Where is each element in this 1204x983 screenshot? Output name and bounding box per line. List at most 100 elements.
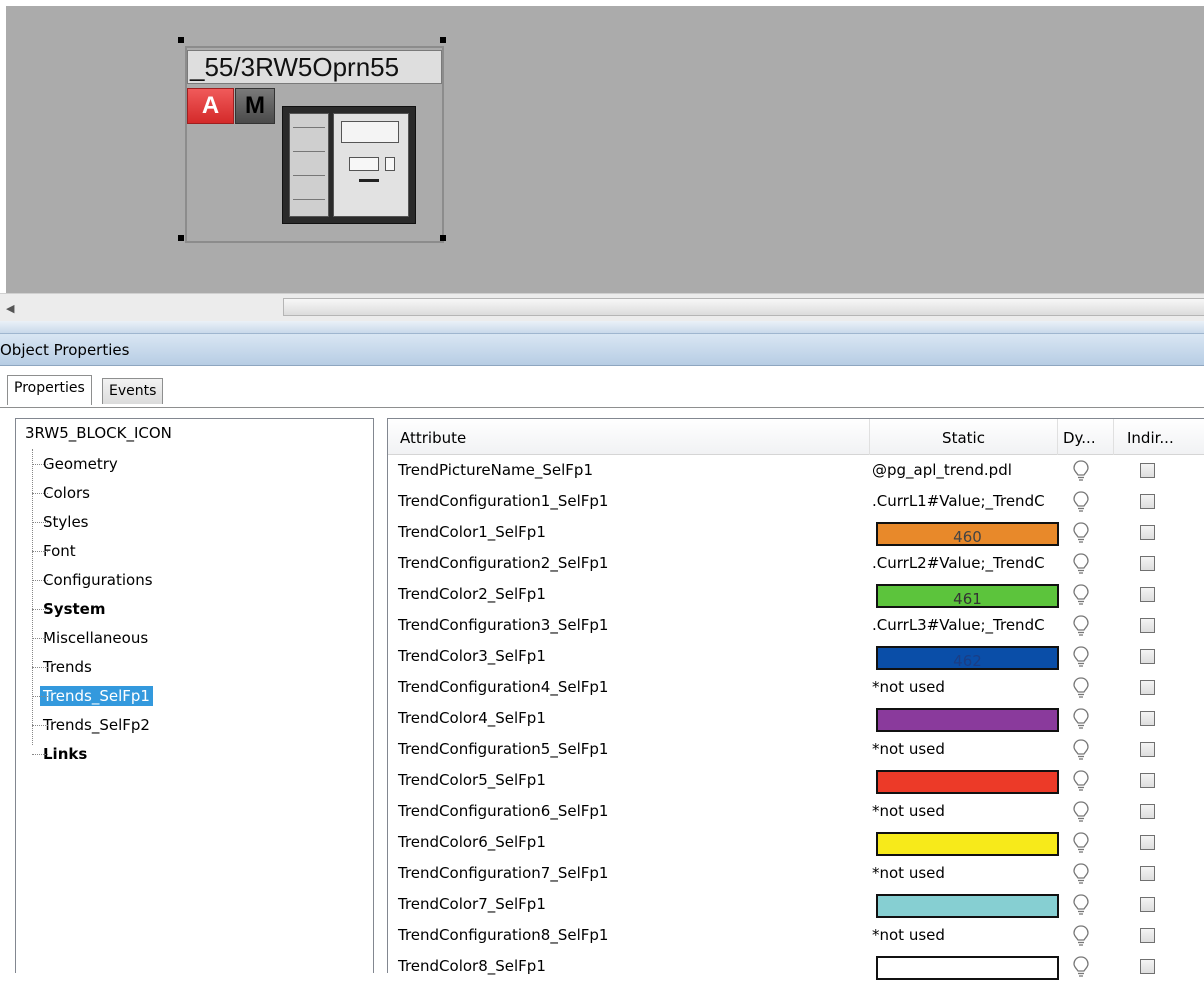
- indirect-checkbox[interactable]: [1140, 556, 1155, 571]
- static-value[interactable]: *not used: [872, 858, 1057, 888]
- table-row[interactable]: TrendConfiguration6_SelFp1 *not used: [388, 796, 1204, 826]
- indirect-checkbox[interactable]: [1140, 587, 1155, 602]
- indirect-checkbox[interactable]: [1140, 959, 1155, 974]
- selection-handle[interactable]: [178, 37, 184, 43]
- indirect-checkbox[interactable]: [1140, 463, 1155, 478]
- tree-item[interactable]: Miscellaneous: [32, 626, 151, 650]
- indirect-checkbox[interactable]: [1140, 773, 1155, 788]
- indirect-checkbox[interactable]: [1140, 525, 1155, 540]
- lightbulb-icon[interactable]: [1072, 645, 1090, 669]
- table-row[interactable]: TrendColor3_SelFp1 462: [388, 641, 1204, 671]
- auto-mode-button[interactable]: A: [187, 88, 234, 124]
- scroll-left-arrow-icon[interactable]: ◀: [6, 302, 14, 315]
- color-value-swatch[interactable]: [876, 832, 1059, 856]
- panel-splitter[interactable]: [0, 321, 1204, 333]
- column-header-indirect[interactable]: Indir...: [1114, 419, 1204, 455]
- table-row[interactable]: TrendConfiguration7_SelFp1 *not used: [388, 858, 1204, 888]
- tree-item[interactable]: Configurations: [32, 568, 156, 592]
- tree-item[interactable]: Trends_SelFp1: [32, 684, 153, 708]
- indirect-checkbox[interactable]: [1140, 835, 1155, 850]
- static-value[interactable]: *not used: [872, 734, 1057, 764]
- color-value-swatch[interactable]: [876, 894, 1059, 918]
- table-row[interactable]: TrendConfiguration1_SelFp1 .CurrL1#Value;…: [388, 486, 1204, 516]
- indirect-checkbox[interactable]: [1140, 897, 1155, 912]
- tree-item[interactable]: Trends: [32, 655, 95, 679]
- attribute-name: TrendConfiguration1_SelFp1: [398, 492, 609, 510]
- color-value-swatch[interactable]: 460: [876, 522, 1059, 546]
- indirect-checkbox[interactable]: [1140, 680, 1155, 695]
- static-value[interactable]: *not used: [872, 672, 1057, 702]
- table-row[interactable]: TrendColor7_SelFp1: [388, 889, 1204, 919]
- block-icon-object[interactable]: _55/3RW5Oprn55 A M: [185, 46, 444, 243]
- table-row[interactable]: TrendColor1_SelFp1 460: [388, 517, 1204, 547]
- tab-properties[interactable]: Properties: [7, 375, 92, 405]
- lightbulb-icon[interactable]: [1072, 893, 1090, 917]
- indirect-checkbox[interactable]: [1140, 618, 1155, 633]
- tree-item[interactable]: Geometry: [32, 452, 121, 476]
- indirect-checkbox[interactable]: [1140, 928, 1155, 943]
- static-value[interactable]: .CurrL2#Value;_TrendC: [872, 548, 1057, 578]
- static-value[interactable]: *not used: [872, 920, 1057, 950]
- tree-item[interactable]: Colors: [32, 481, 93, 505]
- color-value-swatch[interactable]: 462: [876, 646, 1059, 670]
- lightbulb-icon[interactable]: [1072, 676, 1090, 700]
- static-value[interactable]: @pg_apl_trend.pdl: [872, 455, 1057, 485]
- static-value[interactable]: .CurrL1#Value;_TrendC: [872, 486, 1057, 516]
- tree-item[interactable]: Styles: [32, 510, 92, 534]
- selection-handle[interactable]: [440, 37, 446, 43]
- lightbulb-icon[interactable]: [1072, 924, 1090, 948]
- tree-item[interactable]: System: [32, 597, 108, 621]
- lightbulb-icon[interactable]: [1072, 552, 1090, 576]
- selection-handle[interactable]: [440, 235, 446, 241]
- indirect-checkbox[interactable]: [1140, 804, 1155, 819]
- color-value-swatch[interactable]: [876, 770, 1059, 794]
- indirect-checkbox[interactable]: [1140, 742, 1155, 757]
- selection-handle[interactable]: [178, 235, 184, 241]
- lightbulb-icon[interactable]: [1072, 583, 1090, 607]
- table-row[interactable]: TrendColor4_SelFp1: [388, 703, 1204, 733]
- column-header-attribute[interactable]: Attribute: [388, 419, 870, 455]
- tree-root-item[interactable]: 3RW5_BLOCK_ICON: [25, 424, 172, 442]
- tree-item[interactable]: Trends_SelFp2: [32, 713, 153, 737]
- lightbulb-icon[interactable]: [1072, 769, 1090, 793]
- table-row[interactable]: TrendConfiguration4_SelFp1 *not used: [388, 672, 1204, 702]
- lightbulb-icon[interactable]: [1072, 490, 1090, 514]
- table-row[interactable]: TrendPictureName_SelFp1 @pg_apl_trend.pdl: [388, 455, 1204, 485]
- table-row[interactable]: TrendColor2_SelFp1 461: [388, 579, 1204, 609]
- table-row[interactable]: TrendColor5_SelFp1: [388, 765, 1204, 795]
- table-row[interactable]: TrendConfiguration3_SelFp1 .CurrL3#Value;…: [388, 610, 1204, 640]
- lightbulb-icon[interactable]: [1072, 862, 1090, 886]
- indirect-checkbox[interactable]: [1140, 711, 1155, 726]
- static-value[interactable]: *not used: [872, 796, 1057, 826]
- scrollbar-thumb[interactable]: [283, 298, 1204, 316]
- lightbulb-icon[interactable]: [1072, 707, 1090, 731]
- table-row[interactable]: TrendColor8_SelFp1: [388, 951, 1204, 981]
- indirect-checkbox[interactable]: [1140, 494, 1155, 509]
- static-value[interactable]: .CurrL3#Value;_TrendC: [872, 610, 1057, 640]
- attribute-name: TrendColor7_SelFp1: [398, 895, 546, 913]
- table-row[interactable]: TrendConfiguration2_SelFp1 .CurrL2#Value;…: [388, 548, 1204, 578]
- lightbulb-icon[interactable]: [1072, 955, 1090, 979]
- lightbulb-icon[interactable]: [1072, 521, 1090, 545]
- tree-item[interactable]: Font: [32, 539, 79, 563]
- horizontal-scrollbar[interactable]: ◀: [0, 293, 1204, 321]
- lightbulb-icon[interactable]: [1072, 614, 1090, 638]
- indirect-checkbox[interactable]: [1140, 866, 1155, 881]
- column-header-static[interactable]: Static: [870, 419, 1058, 455]
- manual-mode-button[interactable]: M: [235, 88, 275, 124]
- indirect-checkbox[interactable]: [1140, 649, 1155, 664]
- tree-item[interactable]: Links: [32, 742, 90, 766]
- table-row[interactable]: TrendConfiguration5_SelFp1 *not used: [388, 734, 1204, 764]
- picture-canvas[interactable]: _55/3RW5Oprn55 A M: [0, 0, 1204, 293]
- color-value-swatch[interactable]: [876, 956, 1059, 980]
- table-row[interactable]: TrendConfiguration8_SelFp1 *not used: [388, 920, 1204, 950]
- lightbulb-icon[interactable]: [1072, 800, 1090, 824]
- lightbulb-icon[interactable]: [1072, 459, 1090, 483]
- column-header-dynamic[interactable]: Dy...: [1058, 419, 1114, 455]
- lightbulb-icon[interactable]: [1072, 738, 1090, 762]
- color-value-swatch[interactable]: [876, 708, 1059, 732]
- tab-events[interactable]: Events: [102, 378, 164, 404]
- table-row[interactable]: TrendColor6_SelFp1: [388, 827, 1204, 857]
- color-value-swatch[interactable]: 461: [876, 584, 1059, 608]
- lightbulb-icon[interactable]: [1072, 831, 1090, 855]
